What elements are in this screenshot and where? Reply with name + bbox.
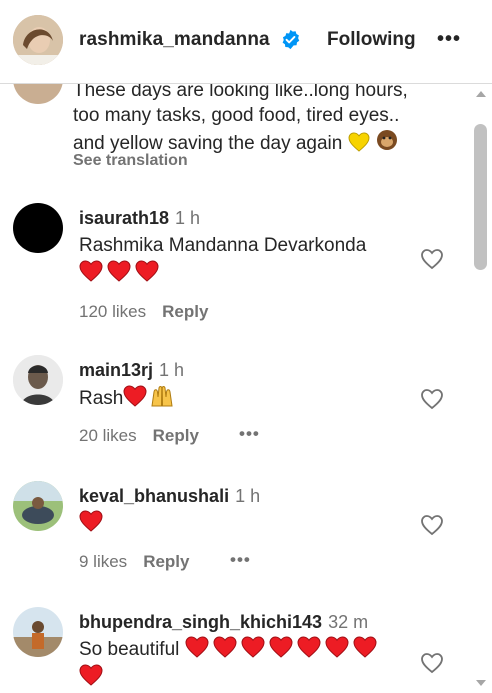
comment-meta: 9 likes Reply bbox=[79, 552, 205, 572]
comment-text-row bbox=[79, 510, 103, 538]
comment-header: bhupendra_singh_khichi143 32 m bbox=[79, 612, 368, 633]
red-heart-icon bbox=[123, 385, 147, 407]
comment-meta: 20 likes Reply bbox=[79, 426, 215, 446]
commenter-avatar[interactable] bbox=[13, 481, 63, 531]
comment-hearts bbox=[79, 260, 163, 288]
comment-likes[interactable]: 9 likes bbox=[79, 552, 127, 571]
profile-username[interactable]: rashmika_mandanna bbox=[79, 29, 270, 51]
comment-meta: 120 likes Reply bbox=[79, 302, 224, 322]
scroll-down-arrow-icon[interactable] bbox=[476, 680, 486, 686]
red-heart-icon bbox=[297, 636, 321, 658]
comment-time: 32 m bbox=[328, 612, 369, 632]
comment-text: So beautiful bbox=[79, 639, 180, 660]
red-heart-icon bbox=[269, 636, 293, 658]
comment-username[interactable]: keval_bhanushali bbox=[79, 486, 229, 506]
verified-badge-icon bbox=[282, 29, 300, 50]
red-heart-icon bbox=[325, 636, 349, 658]
comment-header: isaurath18 1 h bbox=[79, 208, 200, 229]
red-heart-icon bbox=[353, 636, 377, 658]
commenter-avatar[interactable] bbox=[13, 355, 63, 405]
red-heart-icon bbox=[241, 636, 265, 658]
see-translation-link[interactable]: See translation bbox=[73, 152, 188, 170]
scroll-up-arrow-icon[interactable] bbox=[476, 91, 486, 97]
reply-button[interactable]: Reply bbox=[153, 426, 199, 445]
comment-time: 1 h bbox=[235, 486, 261, 506]
post-caption: These days are looking like..long hours,… bbox=[73, 84, 468, 156]
red-heart-icon bbox=[79, 664, 103, 686]
comment-likes[interactable]: 20 likes bbox=[79, 426, 137, 445]
comment-username[interactable]: main13rj bbox=[79, 360, 153, 380]
caption-line: These days are looking like..long hours, bbox=[73, 84, 408, 101]
raising-hands-icon bbox=[151, 386, 173, 407]
comment-header: keval_bhanushali 1 h bbox=[79, 486, 260, 507]
comment-time: 1 h bbox=[159, 360, 185, 380]
red-heart-icon bbox=[213, 636, 237, 658]
caption-avatar bbox=[13, 84, 63, 104]
comment-more-button[interactable]: ••• bbox=[230, 550, 251, 570]
red-heart-icon bbox=[107, 260, 131, 282]
like-heart-icon[interactable] bbox=[420, 248, 444, 270]
profile-avatar[interactable] bbox=[13, 15, 63, 65]
red-heart-icon bbox=[185, 636, 209, 658]
caption-line-text: and yellow saving the day again bbox=[73, 133, 343, 154]
comment-more-button[interactable]: ••• bbox=[239, 424, 260, 444]
red-heart-icon bbox=[135, 260, 159, 282]
caption-line: too many tasks, good food, tired eyes.. bbox=[73, 105, 400, 126]
comment-text-row: So beautiful bbox=[79, 636, 399, 692]
like-heart-icon[interactable] bbox=[420, 388, 444, 410]
comment-header: main13rj 1 h bbox=[79, 360, 184, 381]
red-heart-icon bbox=[79, 260, 103, 282]
following-button[interactable]: Following bbox=[327, 29, 416, 51]
comment-text: Rashmika Mandanna Devarkonda bbox=[79, 235, 367, 256]
comment-time: 1 h bbox=[175, 208, 201, 228]
reply-button[interactable]: Reply bbox=[162, 302, 208, 321]
comment-text-row: Rash bbox=[79, 384, 175, 413]
more-options-button[interactable]: ••• bbox=[437, 28, 461, 51]
post-header: rashmika_mandanna Following ••• bbox=[0, 0, 492, 84]
yellow-heart-icon bbox=[348, 132, 370, 152]
reply-button[interactable]: Reply bbox=[143, 552, 189, 571]
commenter-avatar[interactable] bbox=[13, 203, 63, 253]
like-heart-icon[interactable] bbox=[420, 652, 444, 674]
commenter-avatar[interactable] bbox=[13, 607, 63, 657]
comment-username[interactable]: isaurath18 bbox=[79, 208, 169, 228]
scrollbar-thumb[interactable] bbox=[474, 124, 487, 270]
comments-scroll-area[interactable]: These days are looking like..long hours,… bbox=[0, 84, 492, 693]
comment-username[interactable]: bhupendra_singh_khichi143 bbox=[79, 612, 322, 632]
red-heart-icon bbox=[79, 510, 103, 532]
like-heart-icon[interactable] bbox=[420, 514, 444, 536]
monkey-icon bbox=[376, 130, 397, 150]
comment-likes[interactable]: 120 likes bbox=[79, 302, 146, 321]
comment-text: Rash bbox=[79, 388, 124, 409]
